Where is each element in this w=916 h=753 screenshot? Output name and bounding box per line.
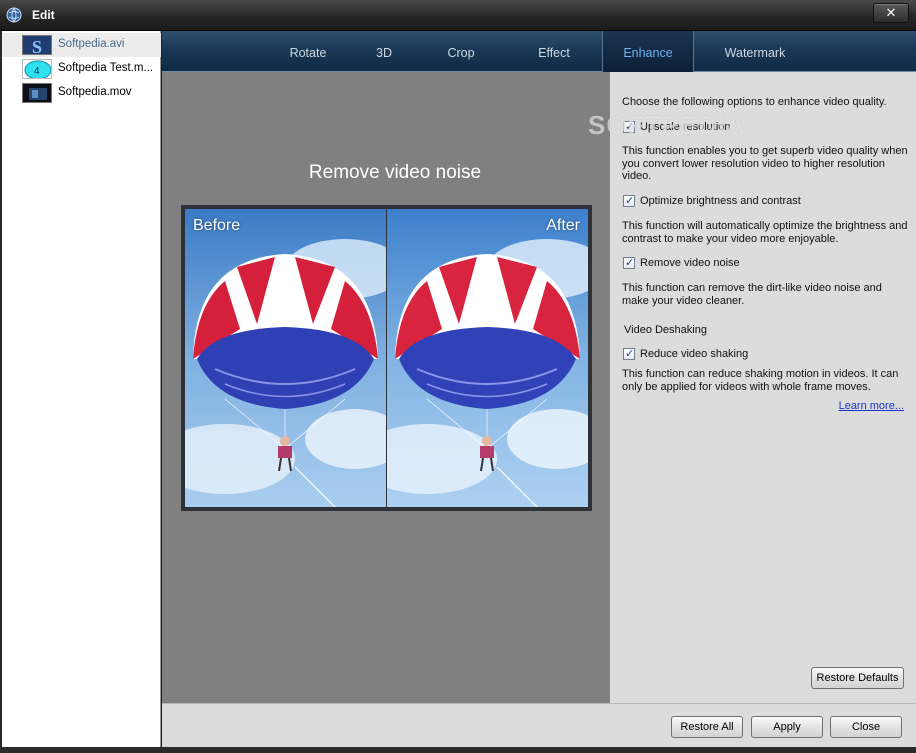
checkbox-label: Upscale resolution bbox=[640, 121, 731, 133]
before-label: Before bbox=[193, 217, 241, 234]
after-label: After bbox=[546, 217, 580, 234]
softpedia-logo-thumb-icon: S bbox=[22, 35, 52, 55]
enhance-options-panel: Choose the following options to enhance … bbox=[610, 72, 916, 703]
restore-all-button[interactable]: Restore All bbox=[671, 716, 743, 738]
svg-text:4: 4 bbox=[34, 66, 40, 77]
remove-noise-checkbox[interactable]: ✓ Remove video noise bbox=[623, 256, 740, 270]
checkbox-icon: ✓ bbox=[623, 348, 635, 360]
file-name: Softpedia.mov bbox=[58, 86, 132, 98]
option-description: This function enables you to get superb … bbox=[622, 145, 908, 182]
app-globe-icon bbox=[6, 7, 22, 23]
checkbox-icon: ✓ bbox=[623, 257, 635, 269]
close-button[interactable]: Close bbox=[830, 716, 902, 738]
checkbox-label: Reduce video shaking bbox=[640, 348, 749, 360]
upscale-resolution-checkbox[interactable]: ✓ Upscale resolution bbox=[623, 120, 731, 134]
checkbox-label: Remove video noise bbox=[640, 257, 740, 269]
tab-watermark[interactable]: Watermark bbox=[710, 31, 800, 72]
preview-area: Remove video noise Before After bbox=[162, 72, 610, 703]
before-after-comparison: Before After bbox=[181, 205, 592, 511]
restore-defaults-button[interactable]: Restore Defaults bbox=[811, 667, 904, 689]
option-description: This function can remove the dirt-like v… bbox=[622, 282, 882, 307]
window-bottom-border bbox=[0, 747, 916, 753]
tab-effect[interactable]: Effect bbox=[518, 31, 590, 72]
tab-enhance[interactable]: Enhance bbox=[602, 31, 694, 72]
optimize-brightness-checkbox[interactable]: ✓ Optimize brightness and contrast bbox=[623, 194, 801, 208]
option-description: This function can reduce shaking motion … bbox=[622, 368, 899, 393]
apply-button[interactable]: Apply bbox=[751, 716, 823, 738]
option-description: This function will automatically optimiz… bbox=[622, 220, 908, 245]
checkbox-label: Optimize brightness and contrast bbox=[640, 195, 801, 207]
tab-3d[interactable]: 3D bbox=[358, 31, 410, 72]
deshaking-section-label: Video Deshaking bbox=[624, 324, 707, 336]
file-name: Softpedia Test.m... bbox=[58, 62, 154, 74]
reduce-shaking-checkbox[interactable]: ✓ Reduce video shaking bbox=[623, 347, 748, 361]
preview-title: Remove video noise bbox=[308, 162, 482, 183]
file-list-item[interactable]: 4 Softpedia Test.m... bbox=[2, 57, 161, 81]
title-bar: Edit ✕ bbox=[0, 0, 916, 31]
before-preview-image: Before bbox=[185, 209, 386, 507]
cyan-badge-thumb-icon: 4 bbox=[22, 59, 52, 79]
tab-rotate[interactable]: Rotate bbox=[270, 31, 346, 72]
window-title: Edit bbox=[32, 8, 55, 22]
file-name: Softpedia.avi bbox=[58, 38, 125, 50]
checkbox-icon: ✓ bbox=[623, 121, 635, 133]
dark-video-thumb-icon bbox=[22, 83, 52, 103]
file-list-item[interactable]: S Softpedia.avi bbox=[2, 33, 161, 57]
window-close-button[interactable]: ✕ bbox=[873, 3, 909, 23]
edit-tab-bar: Rotate 3D Crop Effect Enhance Watermark bbox=[162, 31, 916, 72]
svg-text:S: S bbox=[32, 37, 42, 55]
file-list: S Softpedia.avi 4 Softpedia Test.m... So… bbox=[2, 31, 161, 747]
after-preview-image: After bbox=[387, 209, 588, 507]
file-list-item[interactable]: Softpedia.mov bbox=[2, 81, 161, 105]
bottom-button-bar: Restore All Apply Close bbox=[162, 703, 916, 747]
tab-crop[interactable]: Crop bbox=[428, 31, 494, 72]
checkbox-icon: ✓ bbox=[623, 195, 635, 207]
enhance-intro: Choose the following options to enhance … bbox=[622, 96, 887, 108]
learn-more-link[interactable]: Learn more... bbox=[839, 400, 904, 412]
close-icon: ✕ bbox=[885, 5, 897, 20]
